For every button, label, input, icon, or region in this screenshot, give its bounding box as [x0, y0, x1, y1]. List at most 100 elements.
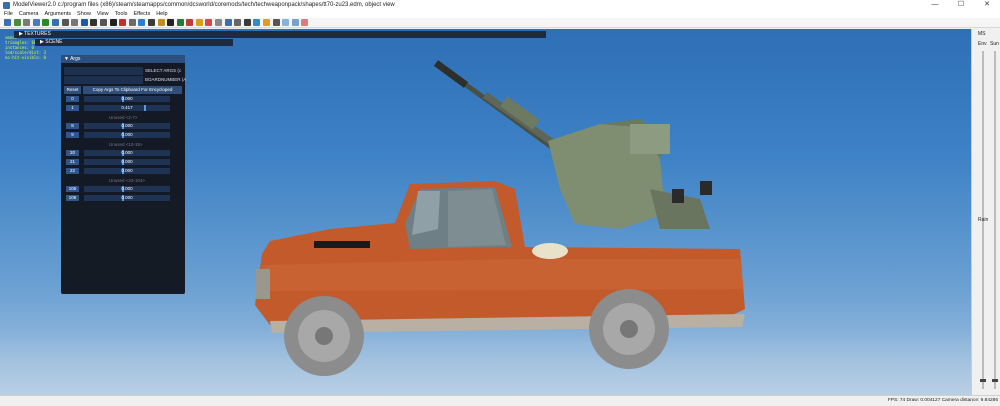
toolbar-icon-30[interactable]: [282, 19, 290, 26]
arg-id-button[interactable]: 0: [66, 96, 79, 102]
env-label: Env: [978, 41, 987, 47]
minimize-button[interactable]: —: [922, 0, 948, 10]
app-icon: [3, 1, 10, 9]
arg-value: 0.417: [121, 105, 133, 110]
menu-effects[interactable]: Effects: [133, 11, 150, 17]
toolbar-icon-23[interactable]: [215, 19, 223, 26]
arg-slider[interactable]: 0.417: [84, 105, 170, 111]
arg-id-button[interactable]: 9: [66, 132, 79, 138]
copy-args-button[interactable]: Copy Args To Clipboard For Encycloped: [83, 86, 182, 94]
arg-value: 0.000: [121, 123, 133, 128]
arg-id-button[interactable]: 1: [66, 105, 79, 111]
arg-value: 0.000: [121, 195, 133, 200]
arg-slider[interactable]: 0.000: [84, 123, 170, 129]
toolbar-icon-4[interactable]: [32, 19, 40, 26]
toolbar-icon-12[interactable]: [109, 19, 117, 26]
toolbar-icon-28[interactable]: [263, 19, 271, 26]
arg-id-button[interactable]: 106: [66, 195, 79, 201]
toolbar-icon-31[interactable]: [291, 19, 299, 26]
arg-slider[interactable]: 0.000: [84, 96, 170, 102]
arg-id-button[interactable]: 105: [66, 186, 79, 192]
status-bar: FPS: 74 Draw: 0.004127 Camera distance: …: [0, 395, 1000, 406]
toolbar-icon-18[interactable]: [167, 19, 175, 26]
menu-show[interactable]: Show: [77, 11, 91, 17]
toolbar-icon-20[interactable]: [186, 19, 194, 26]
toolbar-icon-26[interactable]: [243, 19, 251, 26]
scene-panel-header[interactable]: ▶ SCENE: [35, 39, 233, 46]
maximize-button[interactable]: ☐: [948, 0, 974, 10]
env-slider-thumb[interactable]: [980, 378, 986, 382]
toolbar-icon-8[interactable]: [71, 19, 79, 26]
arg-slider[interactable]: 0.000: [84, 186, 170, 192]
arg-id-button[interactable]: 22: [66, 168, 79, 174]
args-panel-header[interactable]: ▼ Args: [61, 55, 185, 63]
arg-slider[interactable]: 0.000: [84, 132, 170, 138]
status-text: FPS: 74 Draw: 0.004127 Camera distance: …: [887, 398, 998, 403]
toolbar-icon-3[interactable]: [23, 19, 31, 26]
args-panel: ▼ Args SELECT ARGS (c BOARDNUMBER (A Res…: [61, 55, 187, 294]
toolbar-icon-1[interactable]: [4, 19, 11, 26]
toolbar-icon-7[interactable]: [61, 19, 69, 26]
arg-value: 0.000: [121, 186, 133, 191]
args-title: Args: [70, 56, 81, 62]
menu-help[interactable]: Help: [156, 11, 167, 17]
toolbar-icon-32[interactable]: [301, 19, 309, 26]
toolbar-icon-22[interactable]: [205, 19, 213, 26]
select-args-input[interactable]: [64, 67, 143, 75]
arg-value: 0.000: [121, 132, 133, 137]
window-title: ModelViewer2.0 c:/program files (x86)/st…: [13, 2, 395, 8]
3d-viewport[interactable]: vmode triangles: 88824 instances: 0 lod/sca…: [0, 29, 971, 395]
sun-slider-thumb[interactable]: [992, 378, 998, 382]
toolbar-icon-15[interactable]: [138, 19, 146, 26]
toolbar-icon-9[interactable]: [80, 19, 88, 26]
menu-view[interactable]: View: [97, 11, 109, 17]
args-section-label: Unused <23-104>: [109, 178, 146, 183]
toolbar-icon-29[interactable]: [272, 19, 280, 26]
arg-value: 0.000: [121, 168, 133, 173]
args-section-label: Unused <2-7>: [109, 115, 138, 120]
menu-file[interactable]: File: [4, 11, 13, 17]
boardnumber-label: BOARDNUMBER (A: [145, 77, 187, 82]
arg-slider[interactable]: 0.000: [84, 195, 170, 201]
arg-id-button[interactable]: 8: [66, 123, 79, 129]
menu-tools[interactable]: Tools: [115, 11, 128, 17]
toolbar-icon-16[interactable]: [147, 19, 155, 26]
boardnumber-input[interactable]: [64, 76, 143, 84]
menu-bar: File Camera Arguments Show View Tools Ef…: [0, 10, 1000, 18]
sun-slider[interactable]: [994, 51, 996, 389]
toolbar: [0, 18, 1000, 28]
arg-slider[interactable]: 0.000: [84, 159, 170, 165]
toolbar-icon-13[interactable]: [119, 19, 127, 26]
arg-slider-grab[interactable]: [144, 105, 146, 111]
right-sidebar: MS Env Sun Rain: [971, 29, 1000, 395]
toolbar-icon-27[interactable]: [253, 19, 261, 26]
toolbar-icon-10[interactable]: [90, 19, 98, 26]
textures-label: TEXTURES: [24, 31, 51, 37]
textures-panel-header[interactable]: ▶ TEXTURES: [14, 31, 546, 38]
arg-id-button[interactable]: 20: [66, 150, 79, 156]
toolbar-icon-19[interactable]: [176, 19, 184, 26]
toolbar-icon-11[interactable]: [99, 19, 107, 26]
arg-slider[interactable]: 0.000: [84, 150, 170, 156]
menu-camera[interactable]: Camera: [19, 11, 39, 17]
toolbar-icon-24[interactable]: [224, 19, 232, 26]
toolbar-icon-6[interactable]: [51, 19, 59, 26]
toolbar-icon-25[interactable]: [234, 19, 242, 26]
toolbar-icon-21[interactable]: [195, 19, 203, 26]
arg-slider[interactable]: 0.000: [84, 168, 170, 174]
select-args-label: SELECT ARGS (c: [145, 68, 182, 73]
arg-id-button[interactable]: 21: [66, 159, 79, 165]
sun-label: Sun: [990, 41, 999, 47]
args-section-label: Unused <10-19>: [109, 142, 143, 147]
close-button[interactable]: ✕: [974, 0, 1000, 10]
reset-button[interactable]: Reset: [64, 86, 81, 94]
toolbar-icon-2[interactable]: [13, 19, 21, 26]
toolbar-icon-14[interactable]: [128, 19, 136, 26]
stats-line: no-hit-visible: 0: [5, 55, 46, 60]
toolbar-icon-17[interactable]: [157, 19, 165, 26]
arg-value: 0.000: [121, 159, 133, 164]
menu-arguments[interactable]: Arguments: [44, 11, 71, 17]
arg-value: 0.000: [121, 150, 133, 155]
sidebar-title: MS: [978, 31, 986, 37]
toolbar-icon-5[interactable]: [42, 19, 50, 26]
